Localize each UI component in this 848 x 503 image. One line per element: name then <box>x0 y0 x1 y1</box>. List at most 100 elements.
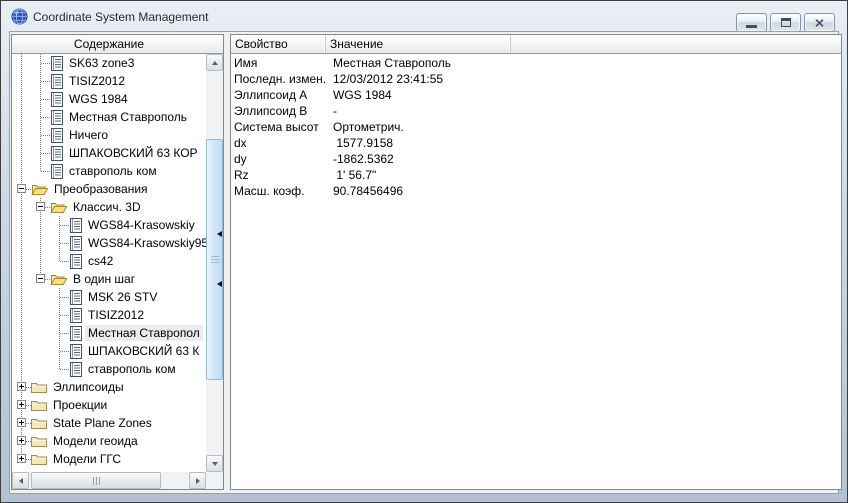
splitter-arrow-icon <box>217 231 222 237</box>
doc-icon <box>69 289 82 305</box>
tree-item[interactable]: TISIZ2012 <box>12 72 206 90</box>
tree-guide <box>31 324 50 342</box>
tree-item[interactable]: Классич. 3D <box>12 198 206 216</box>
property-row[interactable]: dx 1577.9158 <box>231 135 841 151</box>
property-value: 90.78456496 <box>333 184 404 198</box>
doc-icon <box>69 343 82 359</box>
tree-guide <box>12 288 31 306</box>
property-row[interactable]: Имя Местная Ставрополь <box>231 55 841 71</box>
tree-item[interactable]: Местная Ставропол <box>12 324 206 342</box>
property-row[interactable]: Система высот Ортометрич. <box>231 119 841 135</box>
scroll-up-button[interactable] <box>206 54 223 71</box>
tree-header[interactable]: Содержание <box>12 35 223 54</box>
property-name: Имя <box>234 56 258 70</box>
doc-icon <box>50 163 63 179</box>
expander-minus-icon[interactable] <box>12 180 31 198</box>
tree-item[interactable]: Эллипсоиды <box>12 378 206 396</box>
tree-item-label: Ничего <box>69 128 109 142</box>
tree-item[interactable]: WGS84-Krasowskiy <box>12 216 206 234</box>
tree-item-label: Модели ГГС <box>53 452 121 466</box>
property-value: 1577.9158 <box>333 136 394 150</box>
tree-item[interactable]: MSK 26 STV <box>12 288 206 306</box>
tree-item-label: ШПАКОВСКИЙ 63 К <box>88 344 200 358</box>
property-row[interactable]: Масш. коэф. 90.78456496 <box>231 183 841 199</box>
tree-item[interactable]: State Plane Zones <box>12 414 206 432</box>
tree-guide <box>31 342 50 360</box>
expander-plus-icon[interactable] <box>12 396 31 414</box>
minimize-icon <box>746 25 757 28</box>
scroll-right-button[interactable] <box>189 472 206 489</box>
tree-item[interactable]: cs42 <box>12 252 206 270</box>
property-value: Ортометрич. <box>333 120 404 134</box>
property-value: WGS 1984 <box>333 88 392 102</box>
property-value: 12/03/2012 23:41:55 <box>333 72 444 86</box>
tree-horizontal-scrollbar[interactable] <box>12 472 206 489</box>
tree-item[interactable]: TISIZ2012 <box>12 306 206 324</box>
tree-item[interactable]: WGS84-Krasowskiy95 <box>12 234 206 252</box>
close-icon <box>815 18 824 27</box>
tree-guide <box>31 288 50 306</box>
tree-header-label: Содержание <box>73 37 145 51</box>
maximize-restore-button[interactable] <box>770 13 801 32</box>
tree-item-label: ставрополь ком <box>88 362 176 376</box>
column-header-property[interactable]: Свойство <box>231 35 326 53</box>
vertical-scroll-thumb[interactable] <box>206 139 223 380</box>
property-row[interactable]: Эллипсоид В - <box>231 103 841 119</box>
horizontal-scroll-thumb[interactable] <box>31 472 161 489</box>
tree-vertical-scrollbar[interactable] <box>206 54 223 472</box>
properties-panel: Свойство Значение Имя Местная Ставрополь П… <box>230 34 842 490</box>
doc-icon <box>69 235 82 251</box>
scroll-left-button[interactable] <box>12 472 29 489</box>
property-value: 1' 56.7" <box>333 168 377 182</box>
tree-item[interactable]: ШПАКОВСКИЙ 63 К <box>12 342 206 360</box>
tree-item[interactable]: Ничего <box>12 126 206 144</box>
tree-guide <box>12 162 31 180</box>
tree-item-label: cs42 <box>88 254 114 268</box>
tree-item[interactable]: ставрополь ком <box>12 162 206 180</box>
column-header-value[interactable]: Значение <box>326 35 511 53</box>
property-row[interactable]: dy -1862.5362 <box>231 151 841 167</box>
expander-minus-icon[interactable] <box>31 198 50 216</box>
expander-minus-icon[interactable] <box>31 270 50 288</box>
tree-item[interactable]: Модели ГГС <box>12 450 206 468</box>
scroll-down-button[interactable] <box>206 455 223 472</box>
folder-icon <box>31 417 47 430</box>
tree-guide <box>12 126 31 144</box>
tree-item[interactable]: Преобразования <box>12 180 206 198</box>
tree-guide <box>12 360 31 378</box>
tree-guide <box>31 234 50 252</box>
tree-item-label: Проекции <box>53 398 108 412</box>
property-value: Местная Ставрополь <box>333 56 452 70</box>
thumb-grip-icon <box>210 256 219 263</box>
close-button[interactable] <box>804 13 835 32</box>
tree-item[interactable]: Модели геоида <box>12 432 206 450</box>
expander-plus-icon[interactable] <box>12 414 31 432</box>
splitter-arrow-icon <box>217 281 222 287</box>
property-row[interactable]: Эллипсоид А WGS 1984 <box>231 87 841 103</box>
property-row[interactable]: Последн. измен. 12/03/2012 23:41:55 <box>231 71 841 87</box>
tree-item-label: ставрополь ком <box>69 164 157 178</box>
tree-item[interactable]: Местная Ставрополь <box>12 108 206 126</box>
tree-item[interactable]: WGS 1984 <box>12 90 206 108</box>
tree-item[interactable]: В один шаг <box>12 270 206 288</box>
doc-icon <box>69 307 82 323</box>
arrow-up-icon <box>211 60 218 65</box>
globe-app-icon[interactable] <box>11 8 28 25</box>
tree-panel: Содержание SK63 zone3 TISIZ2012 WGS 1984 Ме… <box>11 34 224 490</box>
tree-item[interactable]: ставрополь ком <box>12 360 206 378</box>
arrow-right-icon <box>195 477 200 484</box>
tree-item[interactable]: ШПАКОВСКИЙ 63 КОР <box>12 144 206 162</box>
tree-guide <box>12 324 31 342</box>
tree-item[interactable]: SK63 zone3 <box>12 54 206 72</box>
expander-plus-icon[interactable] <box>12 378 31 396</box>
minimize-button[interactable] <box>736 13 767 32</box>
expander-plus-icon[interactable] <box>12 450 31 468</box>
title-bar[interactable]: Coordinate System Management <box>1 1 847 32</box>
tree-guide <box>31 144 50 162</box>
tree-item[interactable]: Проекции <box>12 396 206 414</box>
expander-plus-icon[interactable] <box>12 432 31 450</box>
doc-icon <box>50 145 63 161</box>
maximize-restore-icon <box>780 18 791 27</box>
property-row[interactable]: Rz 1' 56.7" <box>231 167 841 183</box>
tree-guide <box>31 216 50 234</box>
